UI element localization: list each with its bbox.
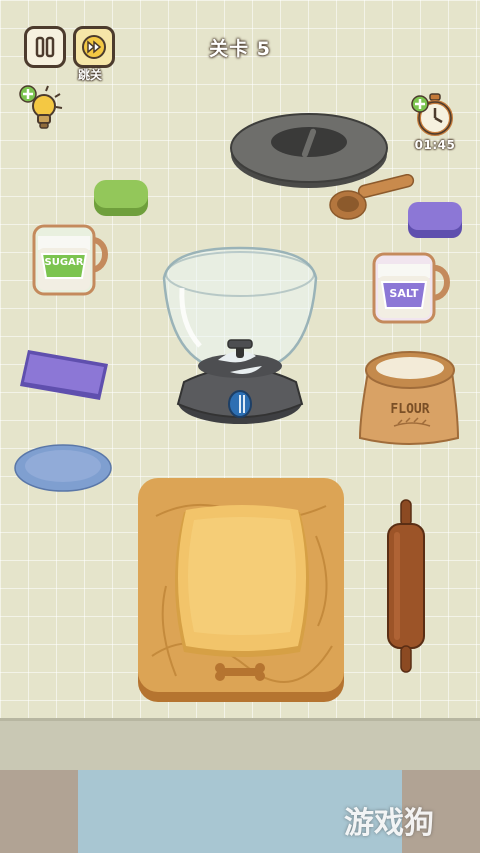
purple-sponge[interactable] bbox=[406, 200, 464, 244]
green-sponge[interactable] bbox=[92, 178, 150, 222]
timer-readout: 01:45 bbox=[414, 138, 456, 152]
skip-level-button[interactable] bbox=[73, 26, 115, 68]
rolling-pin[interactable] bbox=[384, 498, 428, 678]
flour-sack[interactable]: FLOUR bbox=[354, 346, 466, 452]
blue-plate[interactable] bbox=[14, 442, 112, 496]
pause-button[interactable] bbox=[24, 26, 66, 68]
salt-jar[interactable]: SALT bbox=[370, 248, 454, 328]
stopwatch-icon bbox=[411, 93, 453, 136]
dough[interactable] bbox=[164, 504, 320, 664]
wooden-spoon[interactable] bbox=[328, 173, 418, 228]
pause-icon bbox=[35, 36, 55, 58]
floor-left bbox=[0, 770, 78, 853]
sugar-jar[interactable]: SUGAR bbox=[28, 218, 112, 298]
add-time-button[interactable] bbox=[410, 92, 458, 138]
watermark: 游戏狗 bbox=[344, 806, 434, 841]
lightbulb-icon bbox=[19, 85, 63, 129]
sugar-label: SUGAR bbox=[44, 257, 84, 268]
hint-button[interactable] bbox=[18, 82, 66, 134]
fast-forward-icon bbox=[82, 35, 106, 59]
level-title: 关卡 5 bbox=[209, 38, 271, 60]
flour-label: FLOUR bbox=[390, 402, 430, 417]
salt-label: SALT bbox=[389, 287, 419, 300]
blender[interactable] bbox=[160, 244, 322, 434]
purple-tray[interactable] bbox=[18, 346, 112, 408]
counter-edge bbox=[0, 718, 480, 775]
skip-label: 跳关 bbox=[78, 68, 103, 82]
